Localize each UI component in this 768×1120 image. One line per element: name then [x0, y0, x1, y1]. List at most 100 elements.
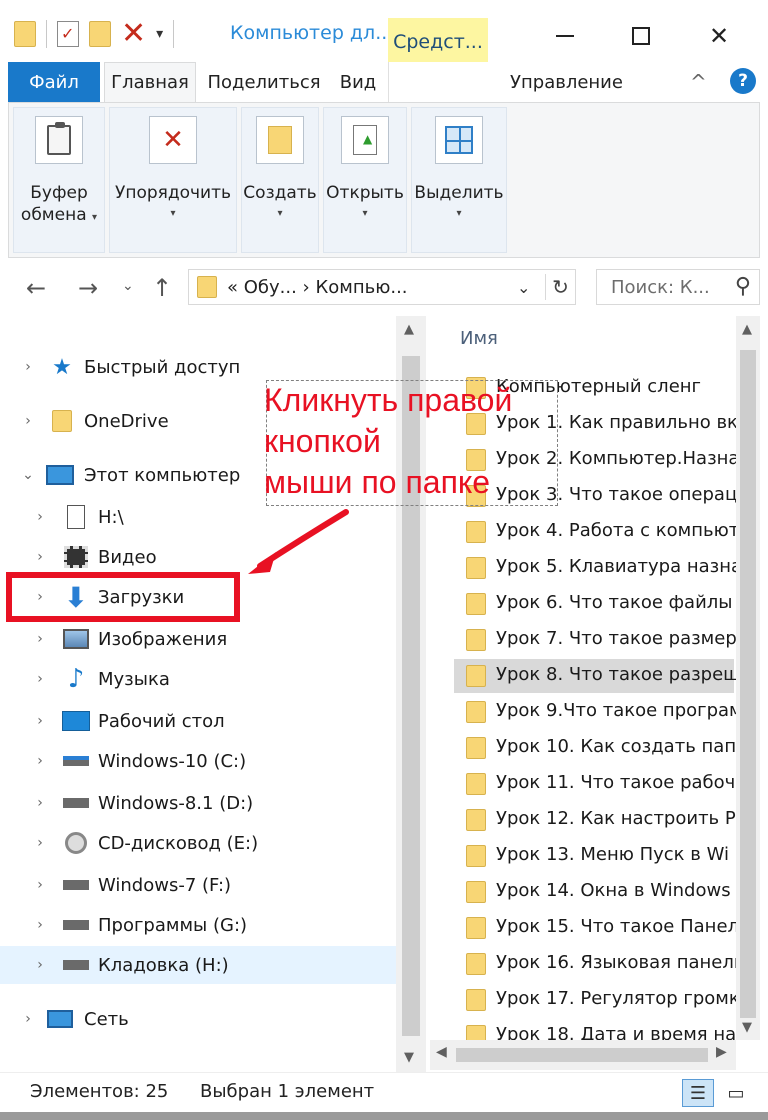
scrollbar-thumb[interactable]	[456, 1048, 708, 1062]
nav-item-music[interactable]: › ♪ Музыка	[0, 660, 396, 698]
status-bar: Элементов: 25 Выбран 1 элемент ☰ ▭	[0, 1072, 768, 1112]
nav-item-drive-d[interactable]: › Windows-8.1 (D:)	[0, 784, 396, 822]
chevron-up-icon[interactable]: ^	[690, 70, 707, 94]
tab-view[interactable]: Вид	[330, 62, 386, 102]
nav-item-drive-e[interactable]: › CD-дисковод (E:)	[0, 824, 396, 862]
chevron-down-icon[interactable]: ⌄	[517, 278, 530, 297]
up-arrow-icon[interactable]: ↑	[152, 274, 172, 302]
tab-home[interactable]: Главная	[104, 62, 196, 102]
title-bar: ✕ ▾ Компьютер дл... Средст... ✕	[0, 0, 768, 66]
folder-icon	[466, 1025, 486, 1040]
search-icon[interactable]: ⚲	[735, 274, 751, 299]
refresh-icon[interactable]: ↻	[545, 274, 575, 300]
minimize-button[interactable]	[540, 16, 590, 56]
nav-item-desktop[interactable]: › Рабочий стол	[0, 702, 396, 740]
tab-file[interactable]: Файл	[8, 62, 100, 102]
list-item[interactable]: Урок 12. Как настроить Ра	[454, 803, 736, 837]
scrollbar-thumb[interactable]	[740, 350, 756, 1018]
maximize-icon	[632, 27, 650, 45]
star-icon: ★	[52, 354, 72, 380]
large-icons-view-icon[interactable]: ▭	[720, 1079, 752, 1107]
back-arrow-icon[interactable]: ←	[26, 274, 46, 302]
list-item[interactable]: Урок 17. Регулятор громк	[454, 983, 736, 1017]
chevron-right-icon[interactable]: ›	[20, 413, 36, 429]
new-folder-icon[interactable]	[89, 21, 111, 47]
scroll-left-icon[interactable]: ◀	[436, 1044, 447, 1060]
list-item[interactable]: Урок 18. Дата и время на	[454, 1019, 736, 1040]
list-item[interactable]: Урок 10. Как создать папк	[454, 731, 736, 765]
clipboard-group-button[interactable]: Буфер обмена ▾	[13, 107, 105, 253]
delete-icon[interactable]: ✕	[121, 19, 146, 49]
scroll-right-icon[interactable]: ▶	[716, 1044, 727, 1060]
chevron-right-icon[interactable]: ›	[32, 631, 48, 647]
nav-item-network[interactable]: › Сеть	[0, 1000, 396, 1038]
chevron-right-icon[interactable]: ›	[32, 957, 48, 973]
chevron-right-icon[interactable]: ›	[32, 753, 48, 769]
details-view-icon[interactable]: ☰	[682, 1079, 714, 1107]
open-group-button[interactable]: Открыть ▾	[323, 107, 407, 253]
nav-item-drive-f[interactable]: › Windows-7 (F:)	[0, 866, 396, 904]
tab-share[interactable]: Поделиться	[200, 62, 328, 102]
nav-item-drive-c[interactable]: › Windows-10 (C:)	[0, 742, 396, 780]
close-button[interactable]: ✕	[694, 16, 744, 56]
cd-drive-icon	[62, 830, 90, 856]
chevron-right-icon[interactable]: ›	[32, 549, 48, 565]
list-item[interactable]: Урок 11. Что такое рабоч	[454, 767, 735, 801]
list-item[interactable]: Урок 13. Меню Пуск в Wi	[454, 839, 734, 873]
help-icon[interactable]: ?	[730, 68, 756, 94]
properties-icon[interactable]	[57, 21, 79, 47]
folder-icon	[466, 629, 486, 651]
nav-item-label: H:\	[98, 506, 124, 528]
nav-item-drive-g[interactable]: › Программы (G:)	[0, 906, 396, 944]
chevron-right-icon[interactable]: ›	[32, 917, 48, 933]
chevron-right-icon[interactable]: ›	[32, 835, 48, 851]
folder-icon	[466, 845, 486, 867]
chevron-right-icon[interactable]: ›	[20, 1011, 36, 1027]
maximize-button[interactable]	[616, 16, 666, 56]
horizontal-scrollbar[interactable]: ◀ ▶	[430, 1040, 736, 1070]
column-header-name[interactable]: Имя	[460, 328, 498, 349]
list-item[interactable]: Урок 4. Работа с компьют	[454, 515, 736, 549]
nav-item-drive-h[interactable]: › Кладовка (H:)	[0, 946, 396, 984]
scroll-down-icon[interactable]: ▼	[742, 1020, 752, 1035]
file-list-scrollbar[interactable]: ▲ ▼	[736, 316, 760, 1040]
scroll-up-icon[interactable]: ▲	[404, 322, 414, 337]
chevron-right-icon[interactable]: ›	[32, 713, 48, 729]
scroll-down-icon[interactable]: ▼	[404, 1050, 414, 1065]
list-item-selected[interactable]: Урок 8. Что такое разреш	[454, 659, 736, 693]
list-item[interactable]: Урок 15. Что такое Панел	[454, 911, 736, 945]
list-item[interactable]: Урок 6. Что такое файлы	[454, 587, 734, 621]
folder-icon	[466, 881, 486, 903]
address-bar[interactable]: « Обу... › Компью... ⌄ ↻	[188, 269, 576, 305]
list-item-label: Урок 18. Дата и время на	[496, 1024, 736, 1040]
chevron-right-icon[interactable]: ›	[32, 877, 48, 893]
forward-arrow-icon[interactable]: →	[78, 274, 98, 302]
chevron-right-icon[interactable]: ›	[20, 359, 36, 375]
chevron-down-icon[interactable]: ⌄	[20, 467, 36, 483]
scroll-up-icon[interactable]: ▲	[742, 322, 752, 337]
chevron-right-icon[interactable]: ›	[32, 671, 48, 687]
customize-toolbar-icon[interactable]: ▾	[156, 26, 163, 42]
chevron-down-icon: ▾	[277, 208, 283, 219]
chevron-right-icon[interactable]: ›	[32, 589, 48, 605]
list-item[interactable]: Урок 5. Клавиатура назна	[454, 551, 736, 585]
select-group-button[interactable]: Выделить ▾	[411, 107, 507, 253]
folder-icon	[197, 276, 217, 298]
contextual-tab-header[interactable]: Средст...	[388, 18, 488, 66]
address-path[interactable]: « Обу... › Компью...	[227, 277, 408, 298]
folder-icon	[466, 521, 486, 543]
recent-locations-icon[interactable]: ⌄	[122, 278, 134, 294]
ribbon-group-label: Буфер обмена ▾	[20, 183, 98, 225]
chevron-right-icon[interactable]: ›	[32, 795, 48, 811]
search-input[interactable]: Поиск: К... ⚲	[596, 269, 760, 305]
list-item[interactable]: Урок 14. Окна в Windows	[454, 875, 734, 909]
organize-group-button[interactable]: ✕ Упорядочить ▾	[109, 107, 237, 253]
nav-item-label: Видео	[98, 546, 157, 568]
folder-icon	[466, 737, 486, 759]
new-group-button[interactable]: Создать ▾	[241, 107, 319, 253]
list-item[interactable]: Урок 9.Что такое програм	[454, 695, 736, 729]
nav-item-images[interactable]: › Изображения	[0, 620, 396, 658]
list-item[interactable]: Урок 16. Языковая панель	[454, 947, 736, 981]
chevron-right-icon[interactable]: ›	[32, 509, 48, 525]
list-item[interactable]: Урок 7. Что такое размер	[454, 623, 736, 657]
